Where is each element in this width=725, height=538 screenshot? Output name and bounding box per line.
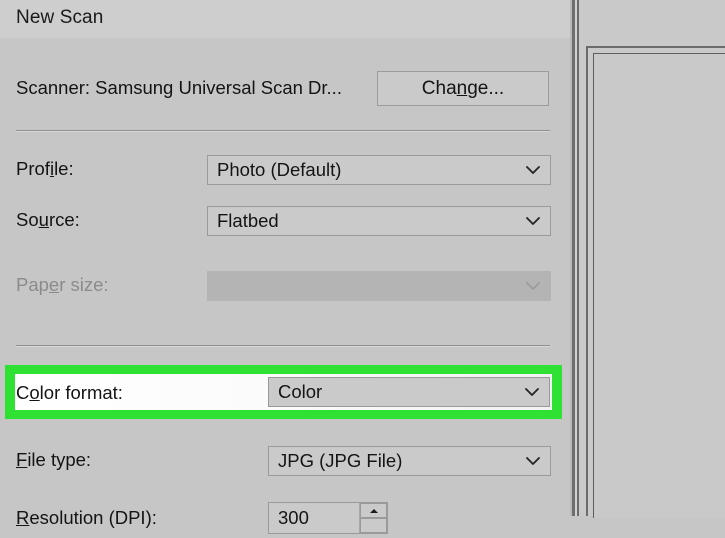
- paper-size-row: Paper size:: [0, 268, 570, 302]
- resolution-spinner-buttons: [359, 503, 387, 533]
- separator-top: [16, 130, 550, 132]
- resolution-label-suffix: esolution (DPI):: [29, 507, 157, 528]
- chevron-down-icon: [525, 216, 541, 227]
- scanner-label: Scanner: Samsung Universal Scan Dr...: [16, 77, 342, 98]
- profile-value: Photo (Default): [217, 159, 342, 180]
- paper-size-label-prefix: Pap: [16, 274, 49, 295]
- separator-bottom: [16, 345, 550, 347]
- spinner-down-arrow-icon[interactable]: [360, 518, 387, 533]
- color-format-label: Color format:: [16, 376, 123, 410]
- change-button-suffix: ge...: [467, 78, 505, 99]
- resolution-row: Resolution (DPI): 300: [0, 498, 570, 538]
- file-type-combobox[interactable]: JPG (JPG File): [268, 446, 551, 476]
- source-label-prefix: So: [16, 209, 39, 230]
- file-type-label-accelerator: F: [16, 449, 28, 470]
- chevron-down-icon: [525, 165, 541, 176]
- preview-pane: [579, 0, 725, 518]
- change-button-prefix: Cha: [421, 78, 457, 99]
- color-format-label-suffix: lor format:: [39, 382, 123, 403]
- source-label: Source:: [16, 203, 80, 237]
- paper-size-label-suffix: r size:: [59, 274, 109, 295]
- color-format-label-prefix: C: [16, 382, 30, 403]
- file-type-label: File type:: [16, 443, 91, 477]
- change-scanner-button[interactable]: Change...: [377, 71, 549, 106]
- new-scan-dialog: New Scan Scanner: Samsung Universal Scan…: [0, 0, 725, 534]
- file-type-label-suffix: ile type:: [27, 449, 92, 470]
- profile-combobox[interactable]: Photo (Default): [207, 155, 551, 185]
- color-format-row: Color format: Color: [0, 376, 570, 410]
- scanner-row: Scanner: Samsung Universal Scan Dr... Ch…: [0, 66, 570, 110]
- file-type-value: JPG (JPG File): [278, 450, 403, 471]
- paper-size-label: Paper size:: [16, 268, 109, 302]
- profile-label-suffix: le:: [54, 158, 74, 179]
- chevron-down-icon: [524, 387, 540, 398]
- preview-frame: [586, 46, 725, 518]
- resolution-spinner[interactable]: 300: [268, 502, 388, 534]
- file-type-row: File type: JPG (JPG File): [0, 443, 570, 477]
- source-value: Flatbed: [217, 210, 279, 231]
- chevron-down-icon: [525, 281, 541, 292]
- color-format-combobox[interactable]: Color: [268, 377, 550, 407]
- source-label-suffix: rce:: [48, 209, 80, 230]
- page-title: New Scan: [16, 7, 104, 28]
- chevron-down-icon: [525, 456, 541, 467]
- resolution-label: Resolution (DPI):: [16, 498, 157, 538]
- change-button-accelerator: n: [456, 78, 468, 99]
- source-combobox[interactable]: Flatbed: [207, 206, 551, 236]
- paper-size-combobox: [207, 271, 551, 301]
- source-row: Source: Flatbed: [0, 203, 570, 237]
- paper-size-label-accelerator: e: [48, 274, 60, 295]
- resolution-label-accelerator: R: [16, 507, 30, 528]
- settings-pane: Scanner: Samsung Universal Scan Dr... Ch…: [0, 38, 570, 534]
- source-label-accelerator: u: [38, 209, 49, 230]
- profile-label-prefix: Prof: [16, 158, 50, 179]
- color-format-label-accelerator: o: [29, 382, 40, 403]
- preview-area[interactable]: [593, 53, 725, 518]
- resolution-value: 300: [278, 507, 309, 528]
- profile-label: Profile:: [16, 152, 74, 186]
- profile-row: Profile: Photo (Default): [0, 152, 570, 186]
- color-format-value: Color: [278, 381, 323, 402]
